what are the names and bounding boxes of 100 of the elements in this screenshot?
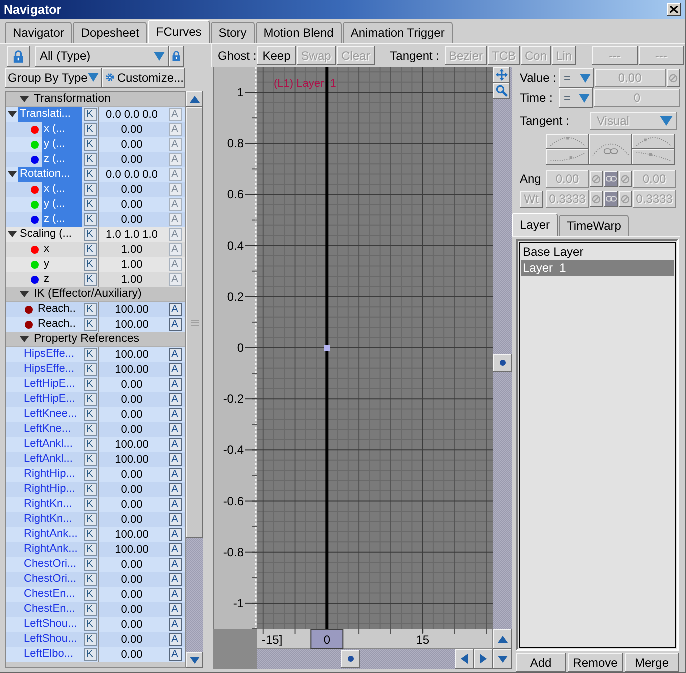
- customize-button[interactable]: Customize...: [102, 68, 185, 88]
- channel-row[interactable]: ChestEn... K 0.00 A: [6, 602, 185, 617]
- channel-row[interactable]: RightHip... K 0.00 A: [6, 467, 185, 482]
- animate-button[interactable]: A: [168, 348, 182, 361]
- animate-button[interactable]: A: [168, 573, 182, 586]
- channel-row[interactable]: Scaling (... K 1.0 1.0 1.0 A: [6, 227, 185, 242]
- disclosure-triangle-icon[interactable]: [8, 171, 17, 178]
- animate-button[interactable]: A: [168, 453, 182, 466]
- layer-action-button[interactable]: Add: [516, 653, 566, 672]
- animate-button[interactable]: A: [168, 498, 182, 511]
- channel-row[interactable]: HipsEffe... K 100.00 A: [6, 347, 185, 362]
- group-header[interactable]: IK (Effector/Auxiliary): [6, 287, 185, 302]
- disclosure-triangle-icon[interactable]: [8, 111, 17, 118]
- channel-row[interactable]: z (... K 0.00 A: [6, 212, 185, 227]
- channel-row[interactable]: ChestEn... K 0.00 A: [6, 587, 185, 602]
- key-button[interactable]: K: [84, 318, 96, 331]
- ghost-button[interactable]: Keep: [257, 46, 296, 65]
- lock-button[interactable]: [169, 46, 184, 66]
- tangent-shape-button[interactable]: [632, 134, 675, 149]
- dot-button[interactable]: [493, 354, 512, 372]
- key-button[interactable]: K: [84, 153, 96, 166]
- channel-row[interactable]: LeftAnkl... K 100.00 A: [6, 437, 185, 452]
- animate-button[interactable]: A: [168, 483, 182, 496]
- channel-row[interactable]: LeftShou... K 0.00 A: [6, 617, 185, 632]
- animate-button[interactable]: A: [168, 393, 182, 406]
- key-button[interactable]: K: [84, 303, 96, 316]
- channel-row[interactable]: Translati... K 0.0 0.0 0.0 A: [6, 107, 185, 122]
- tab[interactable]: Dopesheet: [73, 22, 148, 43]
- animate-button[interactable]: A: [168, 438, 182, 451]
- group-by-dropdown[interactable]: Group By Type: [5, 68, 102, 88]
- tab[interactable]: Navigator: [5, 22, 72, 43]
- link-button[interactable]: [604, 171, 618, 187]
- key-button[interactable]: K: [84, 348, 96, 361]
- tab[interactable]: TimeWarp: [559, 215, 630, 236]
- channel-row[interactable]: RightHip... K 0.00 A: [6, 482, 185, 497]
- key-button[interactable]: K: [84, 573, 96, 586]
- key-button[interactable]: K: [84, 648, 96, 661]
- disclosure-triangle-icon[interactable]: [20, 290, 29, 298]
- channel-row[interactable]: LeftAnkl... K 100.00 A: [6, 452, 185, 467]
- key-button[interactable]: K: [84, 183, 96, 196]
- disclosure-triangle-icon[interactable]: [20, 336, 29, 342]
- channel-row[interactable]: RightKn... K 0.00 A: [6, 512, 185, 527]
- animate-button[interactable]: A: [168, 618, 182, 631]
- key-button[interactable]: K: [84, 213, 96, 226]
- animate-button[interactable]: A: [168, 468, 182, 481]
- weight-option-button[interactable]: [590, 191, 603, 207]
- zoom-button[interactable]: [493, 83, 510, 99]
- pan-button[interactable]: [493, 67, 510, 83]
- key-button[interactable]: K: [84, 198, 96, 211]
- channel-row[interactable]: x (... K 0.00 A: [6, 122, 185, 137]
- animate-button[interactable]: A: [168, 633, 182, 646]
- key-button[interactable]: K: [84, 378, 96, 391]
- key-button[interactable]: K: [84, 423, 96, 436]
- dot-button[interactable]: [341, 650, 360, 668]
- key-button[interactable]: K: [84, 528, 96, 541]
- key-button[interactable]: K: [84, 123, 96, 136]
- next-button[interactable]: [474, 649, 493, 669]
- value-option-button[interactable]: [666, 69, 680, 87]
- channel-row[interactable]: y K 1.00 A: [6, 257, 185, 272]
- channel-row[interactable]: LeftKne... K 0.00 A: [6, 422, 185, 437]
- key-button[interactable]: K: [84, 543, 96, 556]
- type-filter-dropdown[interactable]: All (Type): [35, 46, 169, 66]
- angle-option-button[interactable]: [619, 171, 632, 187]
- channel-row[interactable]: z K 1.00 A: [6, 272, 185, 287]
- channel-row[interactable]: Rotation... K 0.0 0.0 0.0 A: [6, 167, 185, 182]
- layer-action-button[interactable]: Merge: [625, 653, 679, 672]
- scroll-down-button[interactable]: [186, 652, 203, 668]
- disclosure-triangle-icon[interactable]: [8, 231, 17, 238]
- tab[interactable]: Motion Blend: [256, 22, 342, 43]
- animate-button[interactable]: A: [168, 528, 182, 541]
- channel-row[interactable]: HipsEffe... K 100.00 A: [6, 362, 185, 377]
- layer-item[interactable]: Base Layer: [521, 244, 674, 260]
- previous-button[interactable]: [455, 649, 474, 669]
- time-slider-thumb[interactable]: [310, 629, 344, 649]
- key-button[interactable]: K: [84, 498, 96, 511]
- key-button[interactable]: K: [84, 408, 96, 421]
- key-button[interactable]: K: [84, 603, 96, 616]
- channel-row[interactable]: LeftHipE... K 0.00 A: [6, 377, 185, 392]
- channel-row[interactable]: x K 1.00 A: [6, 242, 185, 257]
- key-button[interactable]: K: [84, 108, 96, 121]
- channel-row[interactable]: LeftElbo... K 0.00 A: [6, 647, 185, 662]
- key-button[interactable]: K: [84, 513, 96, 526]
- disclosure-triangle-icon[interactable]: [20, 96, 29, 102]
- scroll-up-button[interactable]: [493, 629, 512, 649]
- weight-option-button[interactable]: [619, 191, 632, 207]
- group-header[interactable]: Property References: [6, 332, 185, 347]
- key-button[interactable]: K: [84, 483, 96, 496]
- key-button[interactable]: K: [84, 558, 96, 571]
- layer-item[interactable]: Layer 1: [521, 260, 674, 276]
- channel-row[interactable]: LeftKnee... K 0.00 A: [6, 407, 185, 422]
- key-button[interactable]: K: [84, 633, 96, 646]
- channel-row[interactable]: LeftHipE... K 0.00 A: [6, 392, 185, 407]
- tab[interactable]: FCurves: [148, 20, 210, 43]
- channel-row[interactable]: x (... K 0.00 A: [6, 182, 185, 197]
- group-header[interactable]: Transformation: [6, 92, 185, 107]
- channel-row[interactable]: RightAnk... K 100.00 A: [6, 542, 185, 557]
- channel-row[interactable]: y (... K 0.00 A: [6, 197, 185, 212]
- key-button[interactable]: K: [84, 393, 96, 406]
- key-button[interactable]: K: [84, 273, 96, 286]
- key-button[interactable]: K: [84, 588, 96, 601]
